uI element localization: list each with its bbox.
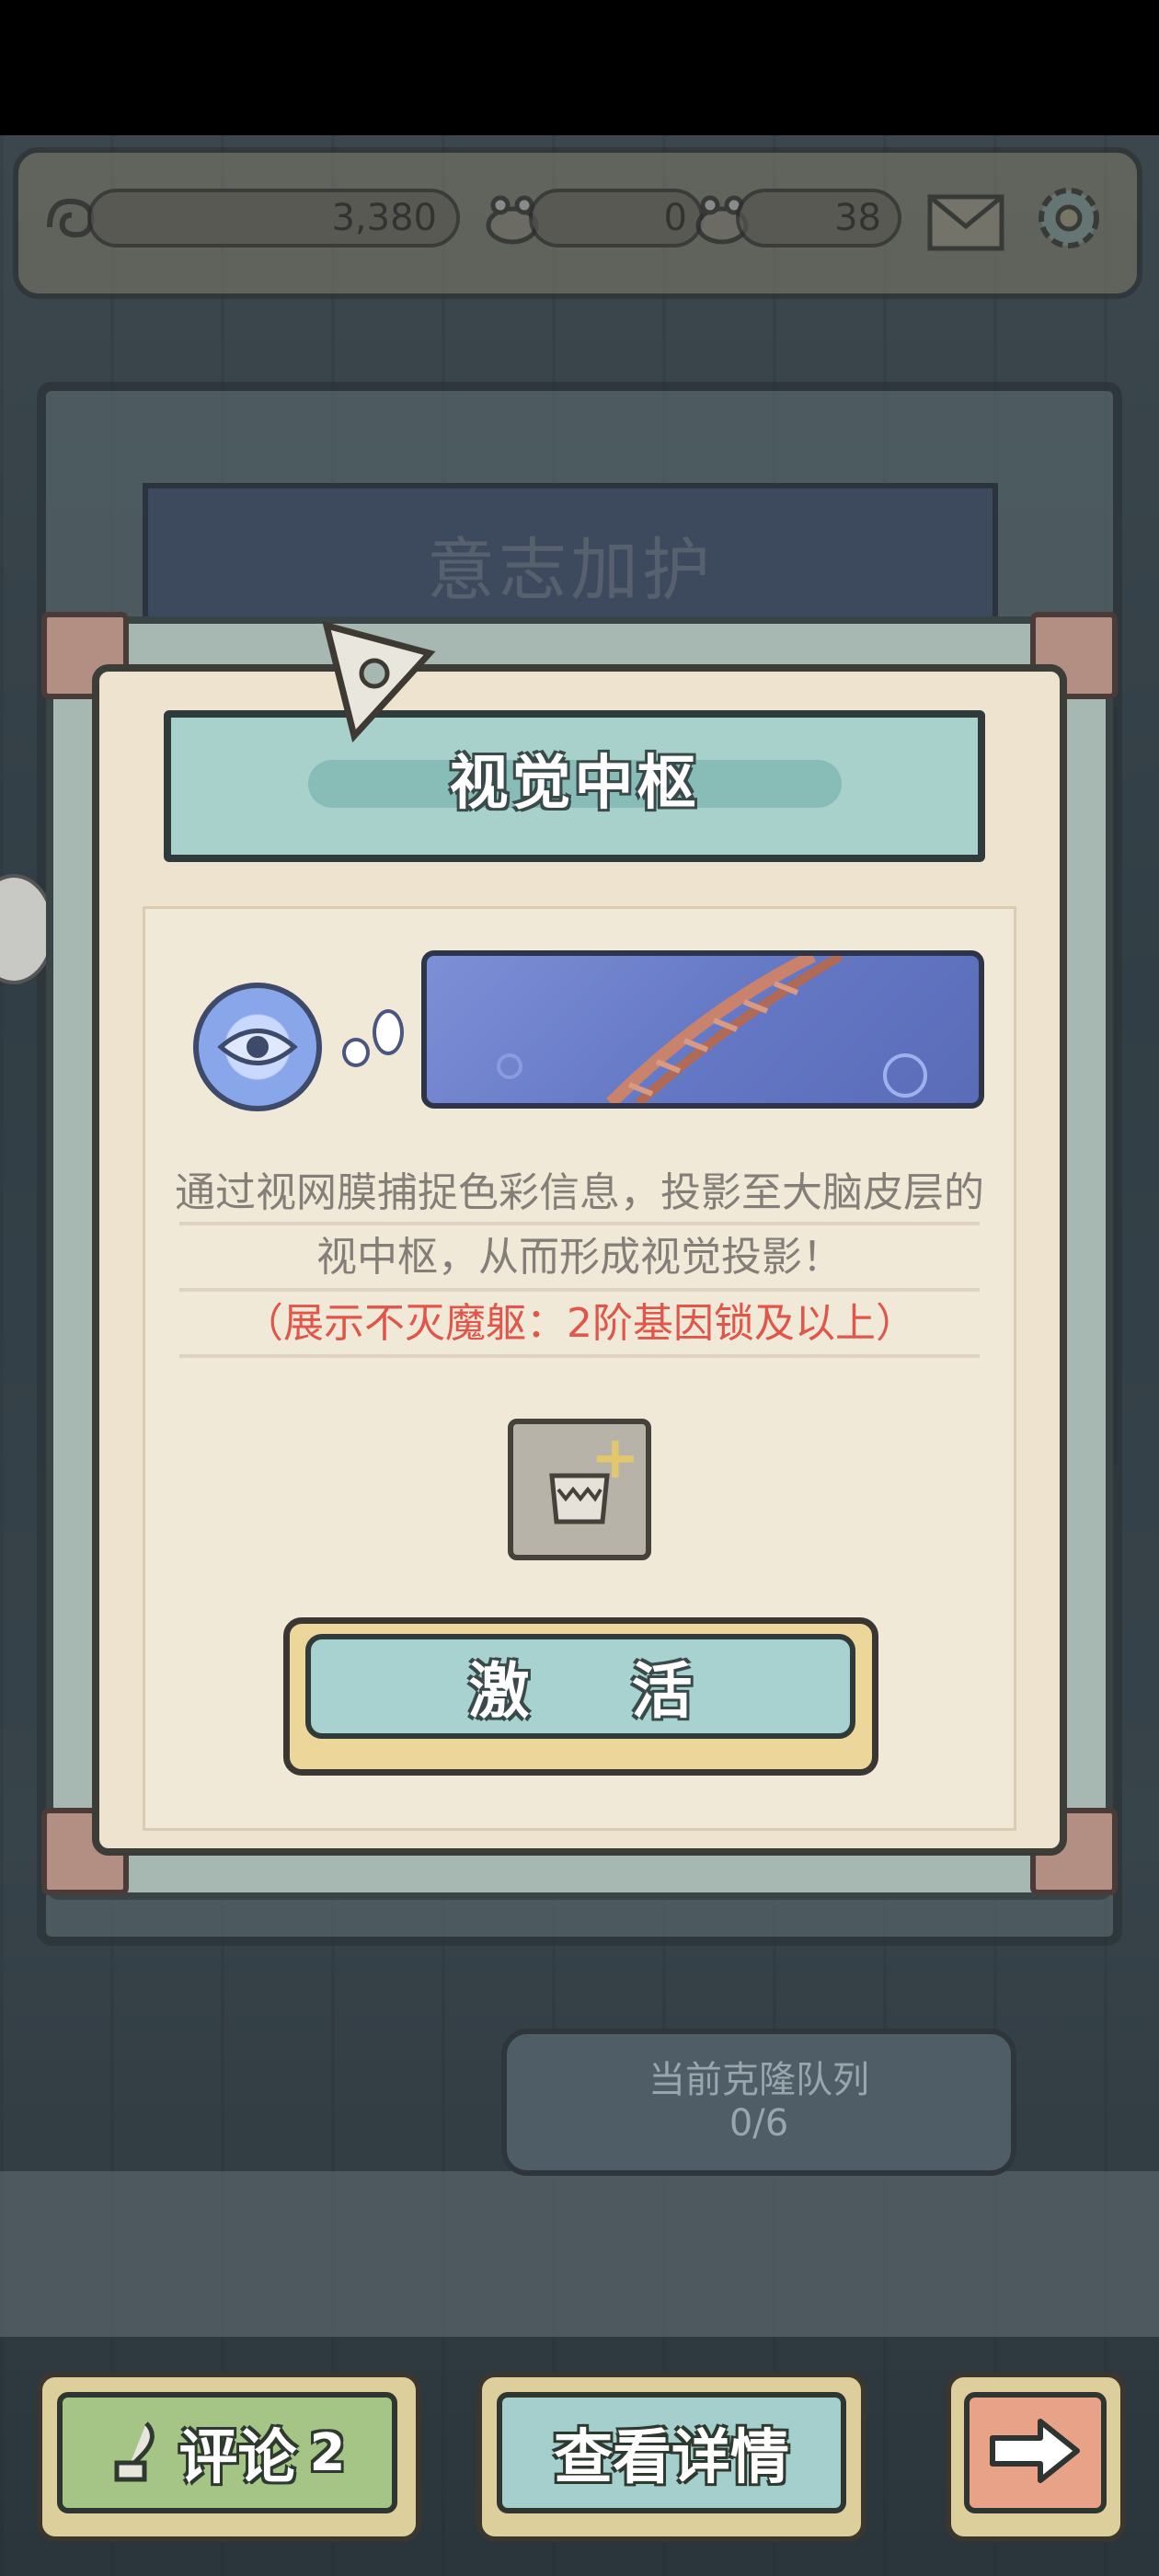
view-details-label: 查看详情	[554, 2424, 789, 2492]
dialog-title: 视觉中枢	[449, 750, 700, 818]
description-line-2: 视中枢，从而形成视觉投影！	[316, 1234, 843, 1281]
thought-bubble-large	[373, 1009, 404, 1055]
eye-icon	[193, 983, 322, 1111]
arrow-right-icon	[985, 2414, 1086, 2491]
view-details-button[interactable]: 查看详情	[497, 2392, 846, 2513]
clone-queue-label: 当前克隆队列	[648, 2059, 869, 2101]
next-button[interactable]	[964, 2392, 1107, 2513]
requirement-text: （展示不灭魔躯：2阶基因锁及以上）	[243, 1300, 916, 1347]
thought-bubble-small	[342, 1038, 370, 1067]
triangle-deco-icon	[322, 621, 436, 743]
comment-label: 评论	[178, 2424, 297, 2492]
clone-queue-value: 0/6	[729, 2102, 789, 2145]
comment-button[interactable]: 评论 2	[57, 2392, 397, 2513]
activate-button[interactable]: 激 活	[305, 1634, 855, 1739]
quill-icon	[109, 2419, 165, 2487]
comment-count: 2	[309, 2422, 346, 2483]
status-bar-area	[0, 0, 1159, 135]
lab-desk	[0, 2171, 1159, 2337]
plus-icon: +	[591, 1424, 640, 1492]
description-line-1: 通过视网膜捕捉色彩信息，投影至大脑皮层的	[175, 1169, 984, 1216]
skill-preview-image	[421, 950, 984, 1109]
